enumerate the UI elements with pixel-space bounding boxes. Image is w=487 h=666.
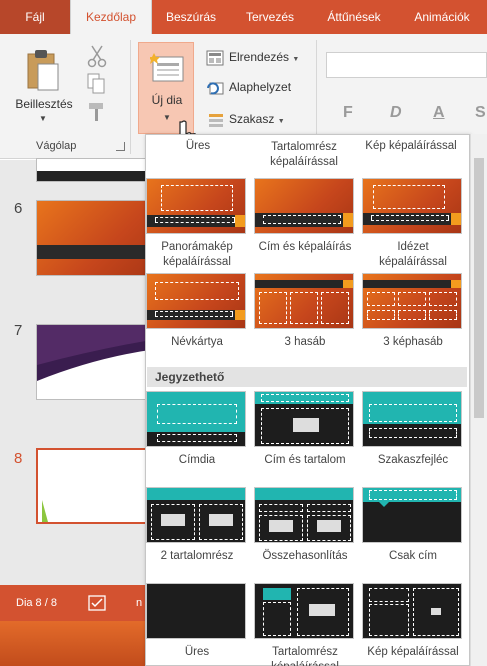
section-icon: [209, 114, 223, 127]
layout-label: Csak cím: [389, 550, 437, 562]
layout-content-with-caption[interactable]: Tartalomrész képaláírással: [254, 583, 356, 666]
layout-label: Tartalomrész képaláírással: [270, 141, 338, 168]
layout-label: Üres: [184, 646, 210, 658]
cut-icon[interactable]: [86, 44, 114, 72]
layout-label: Üres: [185, 140, 211, 152]
tab-animations[interactable]: Animációk: [404, 0, 480, 34]
layout-icon: [206, 50, 224, 66]
layout-three-columns[interactable]: 3 hasáb: [254, 273, 356, 350]
italic-button[interactable]: D: [390, 104, 402, 122]
tab-design[interactable]: Tervezés: [238, 0, 302, 34]
slide-thumbnail-6[interactable]: [36, 200, 156, 276]
bold-button[interactable]: F: [343, 104, 353, 122]
ribbon-tab-bar: Fájl Kezdőlap Beszúrás Tervezés Áttűnése…: [0, 0, 487, 35]
layout-title-only[interactable]: Csak cím: [362, 487, 464, 564]
tab-home[interactable]: Kezdőlap: [70, 0, 152, 35]
status-bar: Dia 8 / 8 n: [0, 585, 145, 621]
font-name-box[interactable]: [326, 52, 487, 78]
paste-icon: [27, 50, 59, 91]
layout-blank[interactable]: Üres: [146, 583, 248, 660]
section-button[interactable]: Szakasz ▼: [206, 112, 285, 128]
copy-icon[interactable]: [86, 72, 114, 100]
layout-section-header[interactable]: Szakaszfejléc: [362, 391, 464, 468]
underline-button[interactable]: A: [433, 104, 445, 122]
layout-label: Összehasonlítás: [262, 550, 348, 562]
format-painter-icon[interactable]: [86, 100, 114, 128]
slide-number: 6: [14, 200, 23, 217]
paste-label: Beillesztés: [15, 97, 73, 111]
layout-label: Tartalomrész képaláírással: [271, 646, 339, 666]
spellcheck-icon[interactable]: [88, 595, 106, 611]
layout-label: Címdia: [178, 454, 216, 466]
layout-label: 3 hasáb: [284, 336, 326, 348]
chevron-down-icon: ▼: [277, 118, 285, 126]
chevron-down-icon: ▼: [292, 56, 300, 64]
new-slide-label: Új dia: [151, 93, 183, 107]
tab-file[interactable]: Fájl: [0, 0, 70, 34]
layout-title-caption[interactable]: Cím és képaláírás: [254, 178, 356, 255]
clipboard-group-label: Vágólap: [36, 140, 77, 152]
new-slide-icon: [150, 53, 184, 82]
slide-number: 7: [14, 322, 23, 339]
clipboard-small-buttons: [86, 44, 114, 128]
layout-label: Elrendezés: [229, 50, 290, 65]
window-background-strip: [0, 621, 145, 666]
reset-button[interactable]: Alaphelyzet: [206, 80, 291, 96]
slide-thumbnail-5[interactable]: [36, 158, 156, 182]
layout-label: Szakaszfejléc: [377, 454, 449, 466]
dialog-launcher-icon[interactable]: [116, 142, 125, 151]
group-separator: [130, 40, 131, 154]
layout-label: 2 tartalomrész: [160, 550, 234, 562]
slide-thumbnail-8[interactable]: [36, 448, 156, 524]
gallery-scrollbar[interactable]: [470, 134, 487, 666]
layout-label: Idézet képaláírással: [379, 241, 447, 268]
layout-label: Kép képaláírással: [365, 140, 457, 152]
layout-label: Kép képaláírással: [367, 646, 459, 658]
layout-three-picture-columns[interactable]: 3 képhasáb: [362, 273, 464, 350]
layout-two-content[interactable]: 2 tartalomrész: [146, 487, 248, 564]
status-trailing-text: n: [136, 597, 143, 609]
layout-label: 3 képhasáb: [383, 336, 443, 348]
strikethrough-button[interactable]: S: [475, 104, 486, 122]
chevron-down-icon: ▼: [39, 114, 47, 123]
layout-label: Névkártya: [171, 336, 223, 348]
layout-quote-caption[interactable]: Idézet képaláírással: [362, 178, 464, 270]
layout-picture-with-caption[interactable]: Kép képaláírással: [362, 583, 464, 660]
reset-icon: [207, 82, 224, 95]
layout-label: Cím és tartalom: [264, 454, 346, 466]
gallery-section-header: Jegyzethető: [147, 367, 467, 387]
tab-transitions[interactable]: Áttűnések: [318, 0, 390, 34]
slide-thumbnails-pane[interactable]: 6 7 8: [0, 158, 156, 585]
layout-panorama-caption[interactable]: Panorámakép képaláírással: [146, 178, 248, 270]
scrollbar-thumb[interactable]: [474, 158, 484, 418]
slide-counter: Dia 8 / 8: [16, 597, 57, 609]
layout-name-card[interactable]: Névkártya: [146, 273, 248, 350]
reset-label: Alaphelyzet: [229, 80, 292, 95]
section-label: Szakasz: [229, 112, 275, 127]
slide-thumbnail-7[interactable]: [36, 324, 156, 400]
layout-label: Cím és képaláírás: [258, 241, 352, 253]
layout-comparison[interactable]: Összehasonlítás: [254, 487, 356, 564]
slide-number-selected: 8: [14, 450, 23, 467]
layout-button[interactable]: Elrendezés ▼: [206, 50, 299, 66]
layout-label: Panorámakép képaláírással: [161, 241, 233, 268]
chevron-down-icon: ▼: [163, 113, 171, 122]
tab-insert[interactable]: Beszúrás: [160, 0, 222, 34]
layout-title-slide[interactable]: Címdia: [146, 391, 248, 468]
layout-title-content[interactable]: Cím és tartalom: [254, 391, 356, 468]
